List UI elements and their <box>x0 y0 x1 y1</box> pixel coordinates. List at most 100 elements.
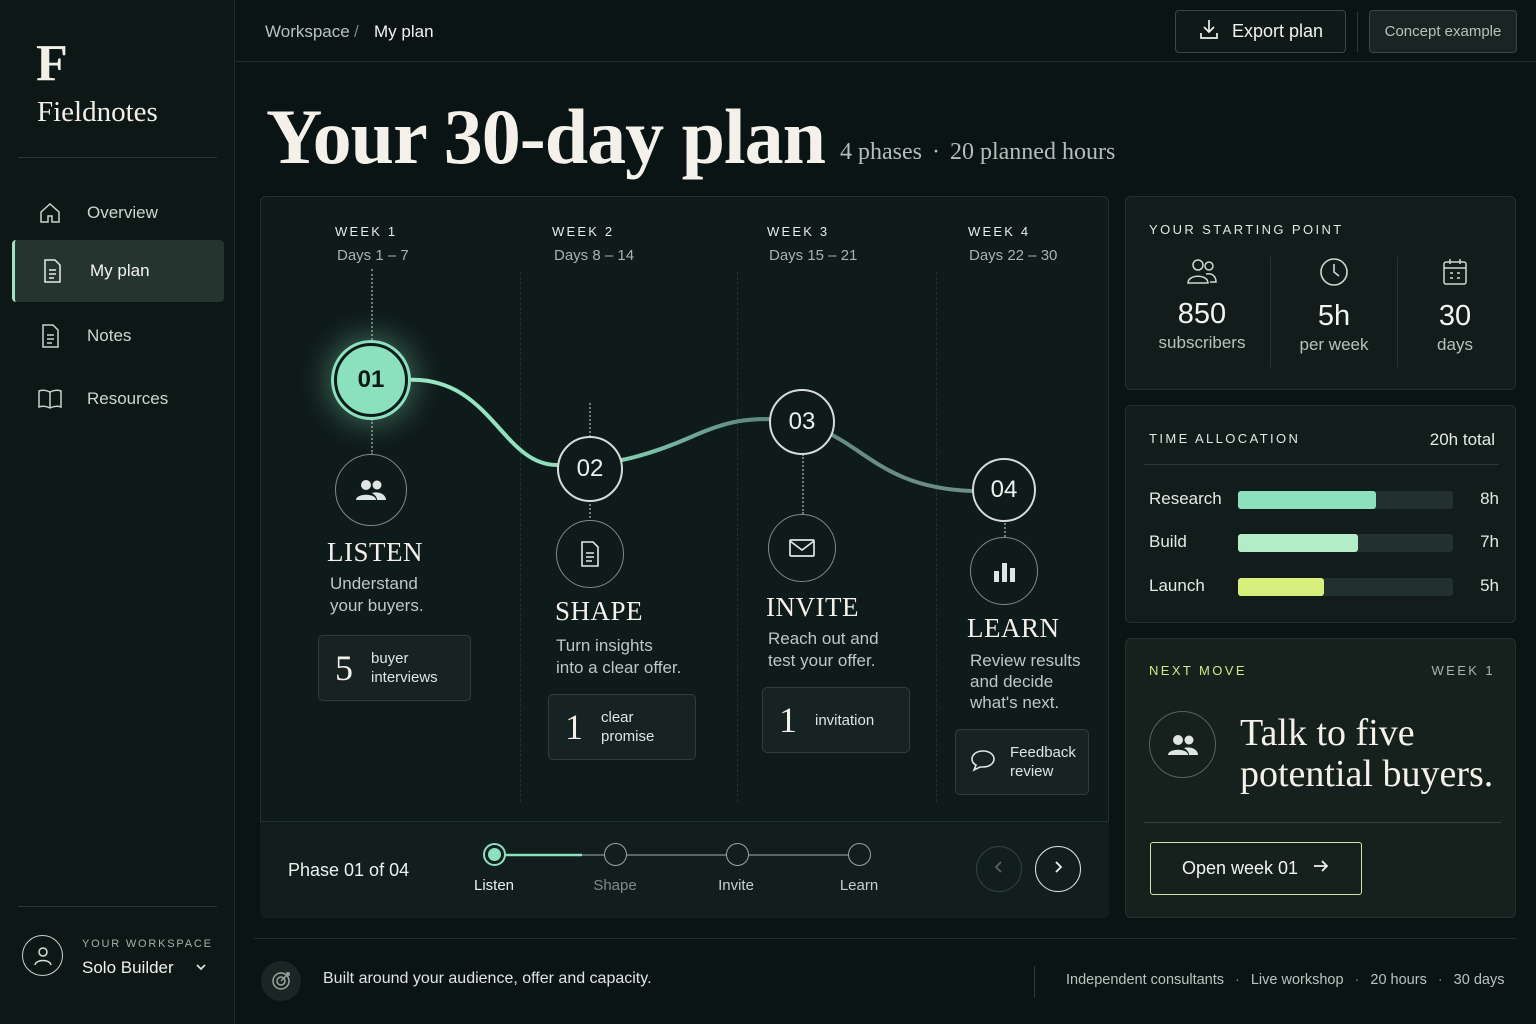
sidebar-item-overview[interactable]: Overview <box>12 182 224 244</box>
phase-count: 4 phases <box>840 139 922 165</box>
chevron-down-icon[interactable] <box>194 960 208 979</box>
separator-dot: · <box>1437 972 1443 988</box>
allocation-row: Research 8h <box>1149 487 1499 511</box>
phase-description: Review results and decide what's next. <box>970 650 1081 713</box>
allocation-bar-track <box>1238 491 1453 509</box>
allocation-value: 8h <box>1480 489 1499 508</box>
total-hours: 20h total <box>1429 430 1495 449</box>
phase-description: Turn insights into a clear offer. <box>556 635 681 679</box>
phase-name: SHAPE <box>555 596 644 626</box>
target-icon <box>261 961 301 1001</box>
starting-stat: 5h per week <box>1270 257 1398 355</box>
footer-tag: 30 days <box>1453 972 1505 988</box>
phase-description: Reach out and test your offer. <box>768 628 879 672</box>
sidebar-item-resources[interactable]: Resources <box>12 368 224 430</box>
step-dot-learn[interactable] <box>848 843 871 866</box>
breadcrumb-workspace[interactable]: Workspace <box>265 22 350 42</box>
chevron-right-icon <box>1051 859 1065 880</box>
previous-phase-button[interactable] <box>976 846 1022 892</box>
footer-tag: Live workshop <box>1250 972 1344 988</box>
next-move-panel: NEXT MOVE WEEK 1 Talk to five potential … <box>1125 638 1516 918</box>
sidebar-divider <box>18 157 217 158</box>
bar-chart-icon <box>970 537 1038 605</box>
workspace-label: YOUR WORKSPACE <box>82 938 213 950</box>
phase-stat-card: 1 clear promise <box>548 694 696 760</box>
step-dot-invite[interactable] <box>726 843 749 866</box>
step-label-listen[interactable]: Listen <box>454 877 534 894</box>
footer-tag: 20 hours <box>1370 972 1427 988</box>
footer-divider <box>254 938 1516 939</box>
phase-description-line: test your offer. <box>768 651 876 670</box>
stat-value: 5h <box>1317 300 1351 332</box>
header-divider <box>1357 12 1358 52</box>
calendar-icon <box>1441 259 1469 291</box>
sidebar: F Fieldnotes Overview My plan Notes Reso… <box>0 0 235 1024</box>
sidebar-item-notes[interactable]: Notes <box>12 305 224 367</box>
step-label-invite[interactable]: Invite <box>696 877 776 894</box>
workspace-name[interactable]: Solo Builder <box>82 958 174 978</box>
stat-label: Feedback review <box>1010 743 1076 781</box>
next-move-title-line: Talk to five <box>1240 712 1415 754</box>
next-move-week: WEEK 1 <box>1431 663 1495 678</box>
phase-name: INVITE <box>766 592 859 622</box>
phase-node-02[interactable]: 02 <box>557 436 623 502</box>
chevron-left-icon <box>992 859 1006 880</box>
top-bar: Workspace / My plan Export plan Concept … <box>236 0 1536 62</box>
phase-description-line: your buyers. <box>330 596 424 615</box>
phase-node-04[interactable]: 04 <box>972 458 1036 522</box>
phase-name: LISTEN <box>327 537 423 567</box>
allocation-bar-fill <box>1238 578 1324 596</box>
phase-node-03[interactable]: 03 <box>769 389 835 455</box>
concept-example-badge: Concept example <box>1369 10 1517 53</box>
open-week-button[interactable]: Open week 01 <box>1150 842 1362 895</box>
phase-stat-card: 5 buyer interviews <box>318 635 471 701</box>
allocation-bar-track <box>1238 578 1453 596</box>
export-plan-label: Export plan <box>1231 21 1324 41</box>
panel-label: NEXT MOVE <box>1149 663 1247 678</box>
timeline-panel: WEEK 1 Days 1 – 7 WEEK 2 Days 8 – 14 WEE… <box>260 196 1109 918</box>
people-icon <box>335 454 407 526</box>
book-icon <box>12 388 72 410</box>
sidebar-item-label: My plan <box>90 261 150 280</box>
phase-description-line: what's next. <box>970 693 1060 712</box>
footer-tags: Independent consultants · Live workshop … <box>1066 972 1504 988</box>
avatar[interactable] <box>22 935 63 976</box>
stat-unit: subscribers <box>1158 333 1246 352</box>
panel-divider <box>1144 822 1501 823</box>
stat-label-line: interviews <box>371 669 438 686</box>
footer-note: Built around your audience, offer and ca… <box>323 970 652 987</box>
step-label-shape[interactable]: Shape <box>575 877 655 894</box>
brand-name: Fieldnotes <box>37 96 158 128</box>
next-phase-button[interactable] <box>1035 846 1081 892</box>
stat-label-line: Feedback <box>1010 744 1076 761</box>
stat-label-line: promise <box>601 728 655 745</box>
step-label-learn[interactable]: Learn <box>819 877 899 894</box>
separator-dot: · <box>1354 972 1360 988</box>
phase-node-01[interactable]: 01 <box>334 343 408 417</box>
step-dot-shape[interactable] <box>604 843 627 866</box>
allocation-name: Research <box>1149 489 1222 508</box>
allocation-bar-fill <box>1238 491 1376 509</box>
stat-number: 1 <box>779 700 797 740</box>
panel-divider <box>1144 464 1499 465</box>
stat-label-line: clear <box>601 709 634 726</box>
step-dot-listen[interactable] <box>483 843 506 866</box>
mail-icon <box>768 514 836 582</box>
download-icon <box>1198 18 1220 45</box>
page-subtitle: 4 phases · 20 planned hours <box>840 139 1115 166</box>
phase-stat-card: Feedback review <box>955 729 1089 795</box>
phase-description-line: and decide <box>970 672 1054 691</box>
stat-label: clear promise <box>601 708 654 746</box>
time-allocation-panel: TIME ALLOCATION 20h total Research 8h Bu… <box>1125 405 1516 623</box>
sidebar-item-my-plan[interactable]: My plan <box>12 240 224 302</box>
sidebar-item-label: Notes <box>87 326 132 345</box>
allocation-name: Build <box>1149 532 1187 551</box>
sidebar-item-label: Overview <box>87 203 158 222</box>
starting-point-panel: YOUR STARTING POINT 850 subscribers 5h p… <box>1125 196 1516 390</box>
export-plan-button[interactable]: Export plan <box>1175 10 1346 53</box>
phase-name: LEARN <box>967 613 1060 643</box>
allocation-value: 5h <box>1480 576 1499 595</box>
breadcrumb-current: My plan <box>374 22 434 41</box>
panel-label: YOUR STARTING POINT <box>1149 222 1344 237</box>
footer-divider <box>1034 966 1035 998</box>
